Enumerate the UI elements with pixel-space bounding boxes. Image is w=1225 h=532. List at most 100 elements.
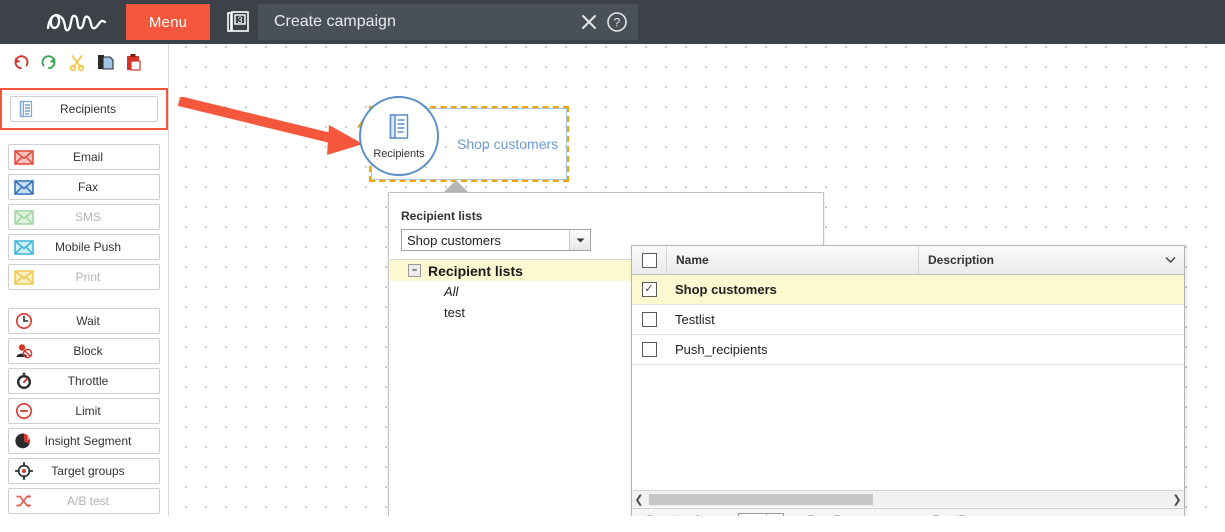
top-bar: Menu 3 Create campaign ? bbox=[0, 0, 1225, 44]
paste-button[interactable] bbox=[120, 49, 146, 75]
row-checkbox-cell[interactable]: ✓ bbox=[632, 282, 666, 297]
prev-page-icon[interactable] bbox=[826, 512, 848, 516]
row-checkbox[interactable]: ✓ bbox=[641, 282, 657, 297]
clock-icon bbox=[9, 309, 39, 333]
column-header-description[interactable]: Description bbox=[919, 246, 1184, 274]
crosshair-icon bbox=[9, 459, 39, 483]
tool-email[interactable]: Email bbox=[8, 144, 160, 170]
scrollbar-thumb[interactable] bbox=[649, 493, 873, 505]
recipient-list-combo[interactable]: Shop customers bbox=[401, 229, 591, 251]
next-page-icon[interactable] bbox=[925, 512, 947, 516]
close-icon[interactable] bbox=[578, 11, 600, 33]
cut-button[interactable] bbox=[64, 49, 90, 75]
tool-sidebar: Recipients Email Fax SMS Mobile Push Pri… bbox=[0, 44, 169, 516]
recipients-list-icon bbox=[386, 113, 412, 146]
row-name: Push_recipients bbox=[675, 342, 768, 357]
page-size-value: 20 bbox=[739, 515, 766, 516]
tool-sms-label: SMS bbox=[74, 210, 101, 224]
last-page-icon[interactable] bbox=[951, 512, 973, 516]
envelope-icon bbox=[9, 175, 39, 199]
floppy-disk-icon[interactable] bbox=[706, 512, 728, 516]
table-row[interactable]: ✓ Shop customers bbox=[632, 275, 1184, 305]
tool-recipients-label: Recipients bbox=[59, 102, 117, 116]
grid-status-text: Displaying 1 to 3 of 3 items bbox=[1032, 515, 1176, 516]
stopwatch-icon bbox=[9, 369, 39, 393]
envelope-icon bbox=[9, 205, 39, 229]
tool-block-label: Block bbox=[73, 344, 103, 358]
row-checkbox[interactable] bbox=[641, 342, 657, 357]
copy-button[interactable] bbox=[92, 49, 118, 75]
chevron-down-icon[interactable] bbox=[569, 230, 590, 250]
tool-sms[interactable]: SMS bbox=[8, 204, 160, 230]
row-checkbox[interactable] bbox=[641, 312, 657, 327]
tool-recipients[interactable]: Recipients bbox=[10, 96, 158, 122]
tool-wait[interactable]: Wait bbox=[8, 308, 160, 334]
select-all-checkbox-cell[interactable] bbox=[632, 246, 667, 274]
refresh-icon[interactable] bbox=[662, 512, 684, 516]
tool-throttle-label: Throttle bbox=[67, 374, 109, 388]
tree-node-root-label: Recipient lists bbox=[428, 262, 523, 279]
menu-button[interactable]: Menu bbox=[126, 4, 210, 40]
tool-fax[interactable]: Fax bbox=[8, 174, 160, 200]
column-header-description-label: Description bbox=[928, 253, 995, 267]
episerver-logo bbox=[42, 4, 112, 40]
window-stack-icon[interactable]: 3 bbox=[224, 8, 252, 36]
horizontal-scrollbar[interactable]: ❮ ❯ bbox=[632, 490, 1184, 507]
first-page-icon[interactable] bbox=[800, 512, 822, 516]
row-checkbox-cell[interactable] bbox=[632, 342, 666, 357]
column-header-name-label: Name bbox=[676, 253, 709, 267]
tool-target-groups-label: Target groups bbox=[51, 464, 125, 478]
campaign-canvas[interactable]: Recipients Shop customers Recipient list… bbox=[169, 44, 1225, 516]
popup-pointer bbox=[444, 180, 468, 192]
grid-header-row: Name Description bbox=[632, 246, 1184, 275]
tool-insight-segment[interactable]: Insight Segment bbox=[8, 428, 160, 454]
stack-badge-count: 3 bbox=[237, 15, 242, 25]
table-row[interactable]: Push_recipients bbox=[632, 335, 1184, 365]
row-name: Testlist bbox=[675, 312, 715, 327]
recipient-list-combo-value: Shop customers bbox=[407, 232, 501, 248]
search-icon[interactable] bbox=[640, 512, 662, 516]
row-name: Shop customers bbox=[675, 282, 777, 297]
recipient-lists-field-label: Recipient lists bbox=[401, 209, 483, 223]
tree-node-all-label: All bbox=[444, 284, 459, 299]
menu-button-label: Menu bbox=[148, 13, 188, 31]
tool-block[interactable]: Block bbox=[8, 338, 160, 364]
chevron-down-icon[interactable] bbox=[1165, 253, 1176, 267]
tree-expander-icon[interactable]: − bbox=[408, 264, 421, 277]
scrollbar-track[interactable] bbox=[646, 493, 1170, 506]
column-header-name[interactable]: Name bbox=[667, 246, 919, 274]
grid-body: ✓ Shop customers Testlist Push_recipient… bbox=[632, 275, 1184, 475]
envelope-icon bbox=[9, 265, 39, 289]
page-size-input[interactable]: 20 bbox=[738, 512, 784, 516]
tool-limit[interactable]: Limit bbox=[8, 398, 160, 424]
tree-node-test-label: test bbox=[444, 305, 465, 320]
help-icon[interactable]: ? bbox=[606, 11, 628, 33]
tool-ab-test-label: A/B test bbox=[66, 494, 110, 508]
campaign-node-recipients[interactable]: Recipients Shop customers bbox=[357, 96, 569, 182]
scroll-right-arrow-icon[interactable]: ❯ bbox=[1170, 493, 1184, 506]
tool-mobile-push[interactable]: Mobile Push bbox=[8, 234, 160, 260]
tool-email-label: Email bbox=[72, 150, 103, 164]
tool-throttle[interactable]: Throttle bbox=[8, 368, 160, 394]
redo-button[interactable] bbox=[36, 49, 62, 75]
tool-target-groups[interactable]: Target groups bbox=[8, 458, 160, 484]
tool-print-label: Print bbox=[75, 270, 101, 284]
row-checkbox-cell[interactable] bbox=[632, 312, 666, 327]
scroll-left-arrow-icon[interactable]: ❮ bbox=[632, 493, 646, 506]
tool-ab-test[interactable]: A/B test bbox=[8, 488, 160, 514]
recipients-list-icon bbox=[11, 97, 41, 121]
chevron-down-icon[interactable] bbox=[766, 513, 783, 516]
tool-limit-label: Limit bbox=[75, 404, 101, 418]
tool-print[interactable]: Print bbox=[8, 264, 160, 290]
campaign-editor-window: Menu 3 Create campaign ? Recipients Emai… bbox=[0, 0, 1225, 532]
node-circle-label: Recipients bbox=[373, 147, 425, 160]
select-all-checkbox[interactable] bbox=[641, 252, 657, 268]
tool-mobile-push-label: Mobile Push bbox=[54, 240, 122, 254]
node-circle[interactable]: Recipients bbox=[359, 96, 439, 176]
undo-button[interactable] bbox=[8, 49, 34, 75]
eraser-icon[interactable] bbox=[684, 512, 706, 516]
minus-circle-icon bbox=[9, 399, 39, 423]
table-row[interactable]: Testlist bbox=[632, 305, 1184, 335]
page-indicator: Page 1 of 1 bbox=[856, 515, 917, 516]
tool-insight-segment-label: Insight Segment bbox=[44, 434, 132, 448]
